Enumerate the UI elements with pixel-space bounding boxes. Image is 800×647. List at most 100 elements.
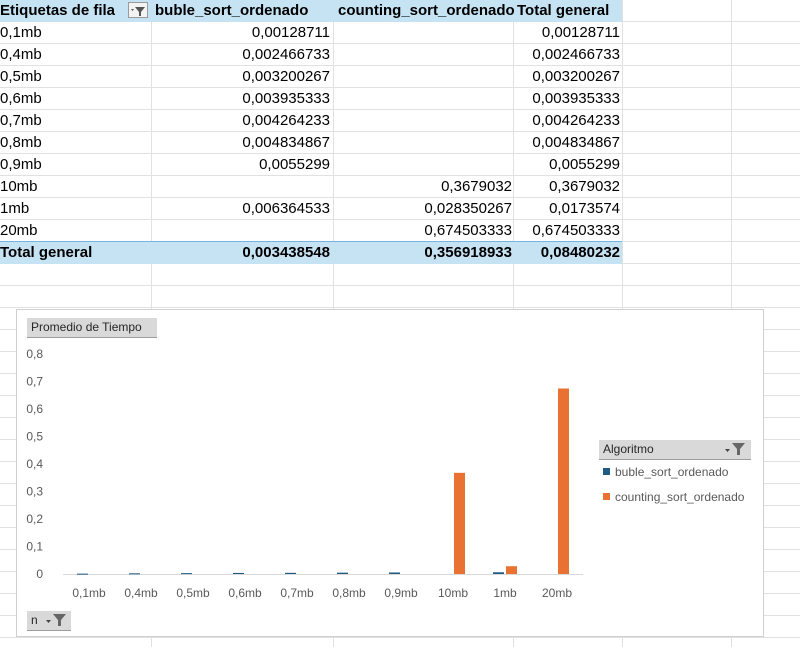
x-tick-label: 0,4mb bbox=[124, 586, 158, 600]
value-counting bbox=[334, 88, 512, 110]
column-header-buble[interactable]: buble_sort_ordenado bbox=[155, 0, 308, 22]
pivot-row: 0,9mb 0,0055299 0,0055299 bbox=[0, 154, 622, 176]
x-tick-label: 0,6mb bbox=[228, 586, 262, 600]
column-header-total: Total general bbox=[517, 2, 610, 19]
y-tick-label: 0,7 bbox=[26, 375, 43, 389]
bar-buble[interactable] bbox=[285, 572, 296, 574]
row-filter-button[interactable] bbox=[128, 2, 148, 18]
row-label: 0,4mb bbox=[0, 46, 42, 63]
pivot-row: 0,5mb 0,003200267 0,003200267 bbox=[0, 66, 622, 88]
legend-label: counting_sort_ordenado bbox=[615, 490, 745, 504]
legend-label: buble_sort_ordenado bbox=[615, 465, 729, 479]
value-total: 0,00128711 bbox=[541, 24, 620, 41]
bar-buble[interactable] bbox=[181, 573, 192, 575]
row-label: 0,6mb bbox=[0, 90, 42, 107]
value-counting bbox=[334, 44, 512, 66]
column-header-counting[interactable]: counting_sort_ordenado bbox=[338, 0, 515, 22]
pivot-total-row: Total general 0,003438548 0,356918933 0,… bbox=[0, 241, 622, 264]
value-total: 0,0055299 bbox=[549, 156, 620, 173]
legend-swatch bbox=[603, 468, 610, 475]
value-total: 0,004264233 bbox=[532, 112, 620, 129]
bar-counting[interactable] bbox=[454, 472, 465, 574]
x-tick-label: 0,1mb bbox=[72, 586, 106, 600]
bar-buble[interactable] bbox=[493, 572, 504, 574]
gridline bbox=[0, 637, 800, 638]
value-total: 0,3679032 bbox=[549, 178, 620, 195]
filter-dropdown-icon bbox=[44, 612, 68, 633]
filter-icon bbox=[131, 7, 145, 16]
pivot-row: 0,7mb 0,004264233 0,004264233 bbox=[0, 110, 622, 132]
pivot-chart[interactable]: Promedio de Tiempo 0 0,1 0,2 0,3 0,4 0,5 0,6 0,… bbox=[16, 309, 764, 637]
value-counting: 0,3679032 bbox=[441, 178, 512, 195]
row-label: 0,7mb bbox=[0, 112, 42, 129]
x-tick-label: 0,9mb bbox=[384, 586, 418, 600]
y-tick-label: 0,1 bbox=[26, 540, 43, 554]
bar-buble[interactable] bbox=[337, 572, 348, 574]
axis-field-button[interactable]: n bbox=[27, 611, 71, 631]
value-total: 0,0173574 bbox=[549, 200, 620, 217]
value-buble: 0,00128711 bbox=[251, 24, 330, 41]
bar-buble[interactable] bbox=[77, 573, 88, 575]
value-buble: 0,003200267 bbox=[242, 68, 330, 85]
row-label: 0,8mb bbox=[0, 134, 42, 151]
pivot-row: 10mb 0,3679032 0,3679032 bbox=[0, 176, 622, 198]
bar-buble[interactable] bbox=[129, 573, 140, 575]
value-total: 0,002466733 bbox=[532, 46, 620, 63]
chart-plot-area: 0 0,1 0,2 0,3 0,4 0,5 0,6 0,7 0,8 0,1mb 0,4mb 0,5mb… bbox=[26, 347, 583, 600]
value-counting bbox=[334, 110, 512, 132]
gridline bbox=[0, 307, 800, 308]
value-total: 0,003200267 bbox=[532, 68, 620, 85]
x-tick-label: 0,8mb bbox=[332, 586, 366, 600]
y-tick-label: 0 bbox=[36, 567, 43, 581]
x-tick-label: 20mb bbox=[542, 586, 572, 600]
y-tick-label: 0,2 bbox=[26, 512, 43, 526]
bar-counting[interactable] bbox=[558, 388, 569, 574]
total-label: Total general bbox=[0, 244, 93, 261]
row-label: 0,1mb bbox=[0, 24, 42, 41]
pivot-row: 0,1mb 0,00128711 0,00128711 bbox=[0, 22, 622, 44]
value-counting: 0,674503333 bbox=[424, 222, 512, 239]
axis-field-label: n bbox=[31, 613, 38, 627]
value-counting bbox=[334, 132, 512, 154]
x-tick-label: 1mb bbox=[493, 586, 517, 600]
value-counting bbox=[334, 154, 512, 176]
row-label: 0,5mb bbox=[0, 68, 42, 85]
bar-buble[interactable] bbox=[233, 572, 244, 574]
value-buble: 0,0055299 bbox=[259, 156, 330, 173]
gridline bbox=[0, 285, 800, 286]
value-buble: 0,006364533 bbox=[242, 200, 330, 217]
legend-field-label: Algoritmo bbox=[603, 442, 654, 456]
value-buble: 0,004834867 bbox=[242, 134, 330, 151]
bar-buble[interactable] bbox=[389, 572, 400, 574]
y-tick-label: 0,6 bbox=[26, 402, 43, 416]
row-label: 10mb bbox=[0, 178, 38, 195]
value-total: 0,004834867 bbox=[532, 134, 620, 151]
value-counting bbox=[334, 22, 512, 44]
pivot-header-row: Etiquetas de fila buble_sort_ordenado co… bbox=[0, 0, 622, 22]
total-buble: 0,003438548 bbox=[242, 244, 330, 261]
value-total: 0,674503333 bbox=[532, 222, 620, 239]
pivot-row: 0,8mb 0,004834867 0,004834867 bbox=[0, 132, 622, 154]
total-counting: 0,356918933 bbox=[424, 244, 512, 261]
value-counting: 0,028350267 bbox=[424, 200, 512, 217]
pivot-row: 0,6mb 0,003935333 0,003935333 bbox=[0, 88, 622, 110]
legend-field-button[interactable]: Algoritmo bbox=[599, 440, 751, 460]
pivot-row: 1mb 0,006364533 0,028350267 0,0173574 bbox=[0, 198, 622, 220]
legend-item-counting: counting_sort_ordenado bbox=[603, 490, 744, 504]
y-tick-label: 0,3 bbox=[26, 485, 43, 499]
value-buble: 0,003935333 bbox=[242, 90, 330, 107]
pivot-row: 20mb 0,674503333 0,674503333 bbox=[0, 220, 622, 242]
y-tick-label: 0,4 bbox=[26, 457, 43, 471]
row-label: 0,9mb bbox=[0, 156, 42, 173]
x-tick-label: 0,5mb bbox=[176, 586, 210, 600]
legend-item-buble: buble_sort_ordenado bbox=[603, 465, 728, 479]
row-label: 20mb bbox=[0, 222, 38, 239]
x-tick-label: 0,7mb bbox=[280, 586, 314, 600]
total-grand: 0,08480232 bbox=[540, 244, 620, 261]
x-tick-label: 10mb bbox=[438, 586, 468, 600]
bar-counting[interactable] bbox=[506, 566, 517, 574]
y-tick-label: 0,8 bbox=[26, 347, 43, 361]
value-total: 0,003935333 bbox=[532, 90, 620, 107]
value-buble: 0,004264233 bbox=[242, 112, 330, 129]
pivot-row: 0,4mb 0,002466733 0,002466733 bbox=[0, 44, 622, 66]
